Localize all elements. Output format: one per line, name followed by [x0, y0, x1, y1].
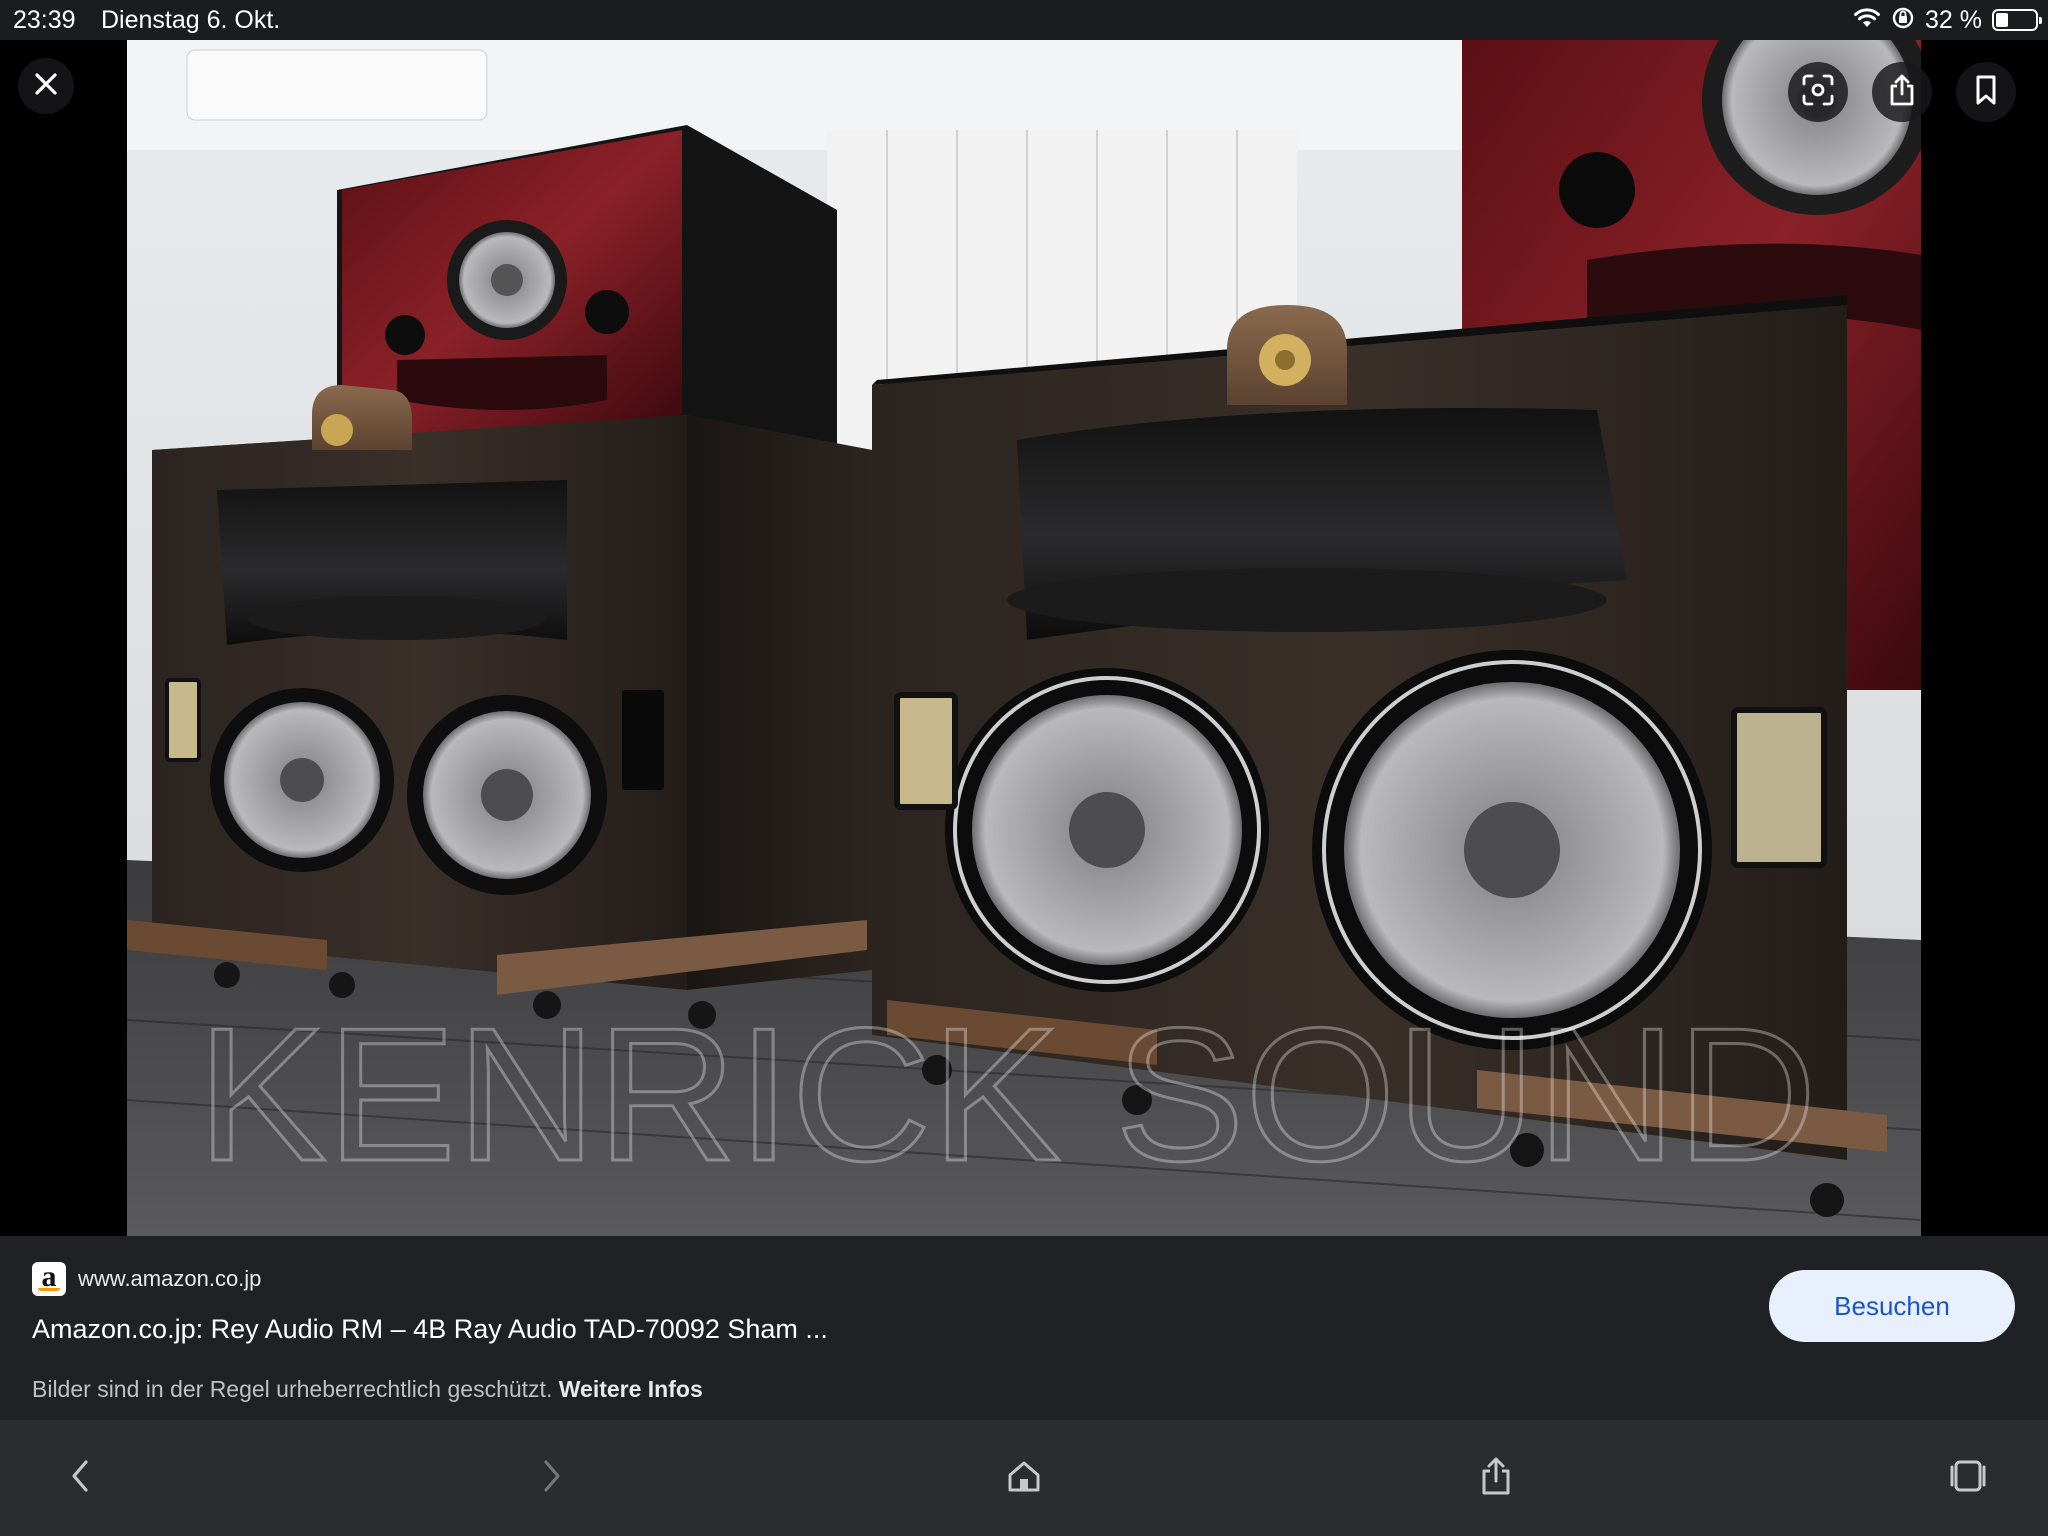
preview-image[interactable]: KENRICK SOUND	[127, 40, 1921, 1236]
battery-percentage: 32 %	[1925, 5, 1982, 34]
status-time: 23:39	[13, 6, 76, 34]
bookmark-button[interactable]	[1956, 62, 2016, 122]
status-bar: 23:39 Dienstag 6. Okt. 32 %	[0, 0, 2048, 40]
lens-search-button[interactable]	[1788, 62, 1848, 122]
share-icon	[1479, 1456, 1513, 1501]
visit-button[interactable]: Besuchen	[1769, 1270, 2015, 1342]
share-image-button[interactable]	[1872, 62, 1932, 122]
bookmark-icon	[1974, 74, 1998, 111]
amazon-favicon: a	[32, 1260, 66, 1296]
close-icon	[33, 71, 59, 102]
forward-icon	[540, 1458, 564, 1499]
forward-button[interactable]	[520, 1446, 584, 1510]
tabs-icon	[1947, 1458, 1989, 1499]
copyright-notice: Bilder sind in der Regel urheberrechtlic…	[32, 1376, 703, 1403]
orientation-lock-icon	[1891, 6, 1915, 35]
share-icon	[1887, 73, 1917, 112]
source-domain[interactable]: www.amazon.co.jp	[78, 1266, 261, 1292]
home-icon	[1006, 1458, 1042, 1499]
more-info-link[interactable]: Weitere Infos	[559, 1376, 703, 1402]
image-viewer: KENRICK SOUND	[0, 40, 2048, 1236]
share-page-button[interactable]	[1464, 1446, 1528, 1510]
browser-toolbar	[0, 1420, 2048, 1536]
status-indicators: 32 %	[1853, 4, 2042, 36]
back-button[interactable]	[48, 1446, 112, 1510]
home-button[interactable]	[992, 1446, 1056, 1510]
battery-icon	[1992, 9, 2042, 31]
tabs-button[interactable]	[1936, 1446, 2000, 1510]
status-date: Dienstag 6. Okt.	[101, 6, 281, 34]
close-button[interactable]	[18, 58, 74, 114]
wifi-icon	[1853, 7, 1881, 34]
copyright-text: Bilder sind in der Regel urheberrechtlic…	[32, 1376, 559, 1402]
photo-watermark: KENRICK SOUND	[197, 989, 1817, 1201]
source-page-title[interactable]: Amazon.co.jp: Rey Audio RM – 4B Ray Audi…	[32, 1314, 828, 1345]
source-row[interactable]: a www.amazon.co.jp	[32, 1260, 261, 1296]
lens-search-icon	[1801, 73, 1835, 112]
image-source-panel: a www.amazon.co.jp Amazon.co.jp: Rey Aud…	[0, 1236, 2048, 1420]
back-icon	[68, 1458, 92, 1499]
